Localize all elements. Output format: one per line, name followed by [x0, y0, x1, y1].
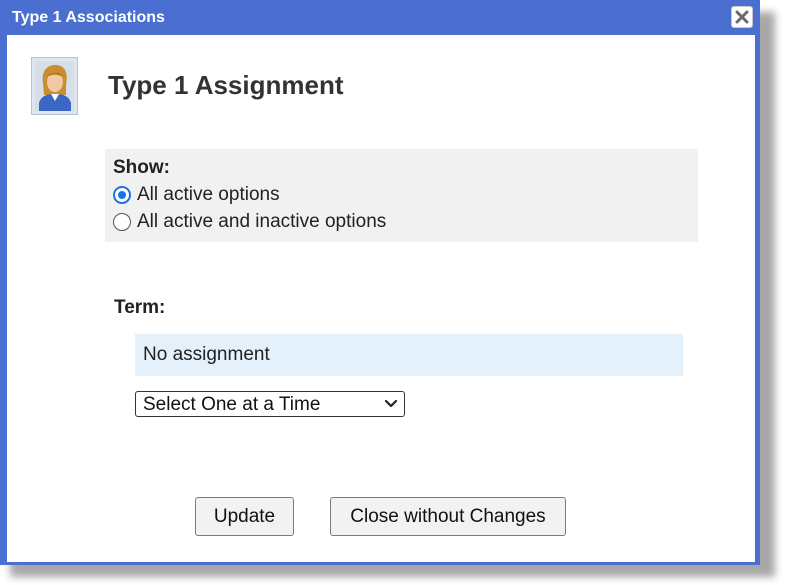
term-select-value: Select One at a Time — [143, 394, 321, 415]
dialog-window: Type 1 Associations Type 1 Assignment Sh… — [0, 0, 760, 565]
radio-active-options[interactable] — [113, 186, 131, 204]
window-title: Type 1 Associations — [12, 9, 165, 26]
show-label: Show: — [113, 157, 170, 178]
close-icon — [735, 10, 749, 24]
radio-label-active-inactive[interactable]: All active and inactive options — [137, 211, 386, 233]
user-avatar-icon — [31, 57, 78, 115]
term-label: Term: — [114, 297, 166, 318]
update-button[interactable]: Update — [195, 497, 294, 536]
current-assignment-text: No assignment — [143, 344, 270, 365]
close-button[interactable] — [731, 6, 753, 28]
chevron-down-icon — [384, 399, 398, 408]
term-select[interactable]: Select One at a Time — [135, 391, 405, 417]
radio-active-inactive-options[interactable] — [113, 213, 131, 231]
show-filter-panel: Show: All active options All active and … — [105, 149, 698, 242]
stage: Type 1 Associations Type 1 Assignment Sh… — [0, 0, 785, 585]
current-assignment-box: No assignment — [135, 334, 683, 376]
radio-label-active[interactable]: All active options — [137, 184, 280, 206]
dialog-content: Type 1 Assignment Show: All active optio… — [7, 35, 755, 562]
page-title: Type 1 Assignment — [108, 70, 344, 100]
close-without-changes-button[interactable]: Close without Changes — [330, 497, 566, 536]
title-bar[interactable]: Type 1 Associations — [0, 0, 760, 35]
